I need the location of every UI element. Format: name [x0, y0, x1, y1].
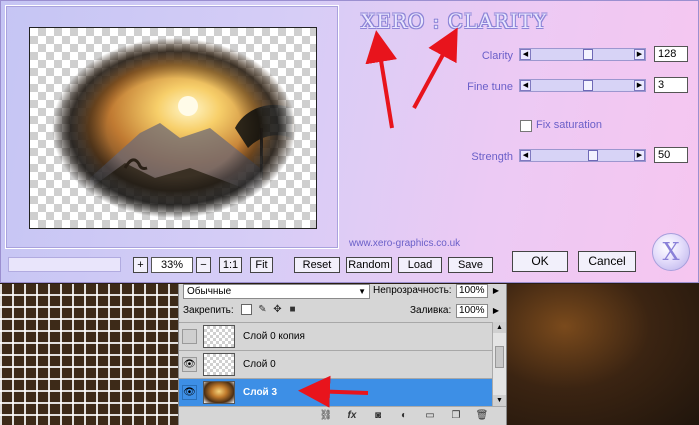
- zoom-strip: [8, 257, 121, 272]
- trash-icon[interactable]: 🗑: [475, 410, 489, 422]
- fill-label: Заливка:: [410, 305, 452, 316]
- fine-tune-slider-right-arrow[interactable]: ▶: [634, 80, 645, 91]
- folder-icon[interactable]: ▭: [423, 410, 437, 422]
- opacity-value: 100%: [459, 285, 485, 296]
- zoom-out-button[interactable]: −: [196, 257, 211, 273]
- save-button[interactable]: Save: [448, 257, 493, 273]
- preview-canvas[interactable]: [29, 27, 317, 229]
- opacity-label: Непрозрачность:: [373, 285, 452, 296]
- layer-name: Слой 3: [243, 387, 278, 398]
- lock-brush-icon[interactable]: ✎: [257, 304, 268, 315]
- layer-name: Слой 0 копия: [243, 331, 305, 342]
- strength-value-input[interactable]: 50: [654, 147, 688, 163]
- strength-slider-right-arrow[interactable]: ▶: [634, 150, 645, 161]
- layers-panel: Обычные ▼ Непрозрачность: 100% ▶ Закрепи…: [178, 284, 507, 425]
- fine-tune-value-input[interactable]: 3: [654, 77, 688, 93]
- strength-slider[interactable]: ◀ ▶: [519, 149, 646, 162]
- clarity-value-input[interactable]: 128: [654, 46, 688, 62]
- clarity-slider-left-arrow[interactable]: ◀: [520, 49, 531, 60]
- fix-saturation-checkbox[interactable]: [520, 120, 532, 132]
- reset-button[interactable]: Reset: [294, 257, 340, 273]
- cancel-button[interactable]: Cancel: [578, 251, 636, 272]
- layers-footer: ⛓ fx ◙ ◐ ▭ ❐ 🗑: [179, 406, 506, 425]
- layer-row[interactable]: 👁 Слой 0: [179, 350, 492, 378]
- ok-button[interactable]: OK: [512, 251, 568, 272]
- scroll-down-icon[interactable]: ▼: [493, 395, 506, 406]
- layer-row[interactable]: Слой 0 копия: [179, 322, 492, 350]
- zoom-1to1-button[interactable]: 1:1: [219, 257, 242, 273]
- link-icon[interactable]: ⛓: [319, 410, 333, 422]
- mask-icon[interactable]: ◙: [371, 410, 385, 422]
- clarity-slider-thumb[interactable]: [582, 49, 593, 60]
- visibility-eye-icon[interactable]: 👁: [182, 385, 197, 400]
- load-button[interactable]: Load: [398, 257, 442, 273]
- chevron-right-icon[interactable]: ▶: [493, 285, 499, 297]
- clarity-label: Clarity: [481, 50, 513, 62]
- blend-mode-value: Обычные: [187, 286, 232, 297]
- opacity-input[interactable]: 100% ▶: [456, 284, 499, 298]
- zoom-in-button[interactable]: +: [133, 257, 148, 273]
- clarity-slider-right-arrow[interactable]: ▶: [634, 49, 645, 60]
- layers-scrollbar[interactable]: ▲ ▼: [492, 322, 506, 406]
- scroll-up-icon[interactable]: ▲: [493, 322, 506, 333]
- visibility-eye-icon[interactable]: 👁: [182, 357, 197, 372]
- fill-value: 100%: [459, 305, 485, 316]
- fine-tune-label: Fine tune: [467, 81, 513, 93]
- xero-clarity-dialog: XERO : CLARITY Clarity ◀ ▶ 128 Fine tune…: [0, 0, 699, 283]
- fix-saturation-label: Fix saturation: [536, 119, 603, 131]
- lock-label: Закрепить:: [183, 305, 234, 316]
- layer-row[interactable]: 👁 Слой 3: [179, 378, 492, 406]
- lock-transparency-icon[interactable]: [241, 304, 252, 315]
- scroll-thumb[interactable]: [495, 346, 504, 368]
- xero-clarity-logo: XERO : CLARITY: [361, 9, 548, 33]
- fx-icon[interactable]: fx: [345, 410, 359, 422]
- zoom-value[interactable]: 33%: [151, 257, 193, 273]
- chevron-right-icon[interactable]: ▶: [493, 305, 499, 317]
- lock-move-icon[interactable]: ✥: [272, 304, 283, 315]
- fill-input[interactable]: 100% ▶: [456, 304, 499, 318]
- new-layer-icon[interactable]: ❐: [449, 410, 463, 422]
- preview-image: [30, 28, 316, 228]
- clarity-slider[interactable]: ◀ ▶: [519, 48, 646, 61]
- fine-tune-slider-thumb[interactable]: [582, 80, 593, 91]
- strength-label: Strength: [471, 151, 513, 163]
- zoom-fit-button[interactable]: Fit: [250, 257, 273, 273]
- document-canvas-left: [0, 284, 178, 425]
- blend-mode-select[interactable]: Обычные ▼: [183, 284, 370, 299]
- strength-slider-left-arrow[interactable]: ◀: [520, 150, 531, 161]
- chevron-down-icon: ▼: [358, 287, 366, 296]
- layer-thumbnail: [203, 381, 235, 404]
- layer-thumbnail: [203, 353, 235, 376]
- visibility-eye-icon[interactable]: [182, 329, 197, 344]
- xero-x-logo-icon: X: [652, 233, 690, 271]
- random-button[interactable]: Random: [346, 257, 392, 273]
- lock-all-icon[interactable]: ■: [287, 304, 298, 315]
- website-link[interactable]: www.xero-graphics.co.uk: [349, 238, 460, 249]
- adjustment-icon[interactable]: ◐: [397, 410, 411, 422]
- layer-thumbnail: [203, 325, 235, 348]
- fine-tune-slider[interactable]: ◀ ▶: [519, 79, 646, 92]
- document-canvas-right: [507, 284, 699, 425]
- fine-tune-slider-left-arrow[interactable]: ◀: [520, 80, 531, 91]
- strength-slider-thumb[interactable]: [587, 150, 598, 161]
- layer-name: Слой 0: [243, 359, 276, 370]
